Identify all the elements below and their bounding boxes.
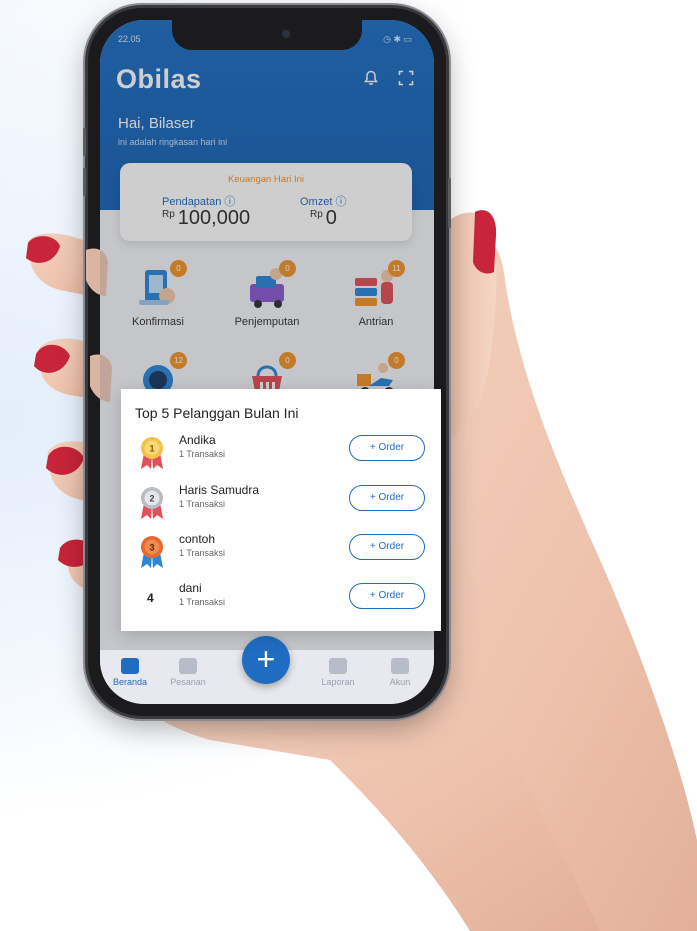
customer-name: Haris Samudra bbox=[179, 483, 260, 497]
rank-number: 4 bbox=[147, 591, 154, 605]
notch bbox=[172, 20, 362, 50]
list-item: 3 contoh 1 Transaksi + Order bbox=[121, 530, 441, 576]
nav-label: Beranda bbox=[112, 677, 148, 687]
nav-item-pesanan[interactable]: Pesanan bbox=[158, 658, 218, 687]
top-customers-panel: Top 5 Pelanggan Bulan Ini 1 Andika 1 Tra… bbox=[121, 389, 441, 631]
nav-item-beranda[interactable]: Beranda bbox=[100, 658, 160, 687]
rank-number: 3 bbox=[149, 543, 154, 553]
order-button[interactable]: + Order bbox=[349, 534, 425, 560]
volume-up-button bbox=[83, 128, 86, 156]
customer-name: Andika bbox=[179, 433, 216, 447]
bottom-navigation: Beranda Pesanan + Laporan Akun bbox=[100, 636, 434, 704]
customer-transactions: 1 Transaksi bbox=[179, 449, 226, 459]
order-button[interactable]: + Order bbox=[349, 583, 425, 609]
panel-title: Top 5 Pelanggan Bulan Ini bbox=[135, 405, 299, 421]
power-button bbox=[448, 178, 451, 228]
bronze-medal-icon: 3 bbox=[141, 536, 163, 568]
nav-item-akun[interactable]: Akun bbox=[370, 658, 430, 687]
order-button[interactable]: + Order bbox=[349, 485, 425, 511]
list-item: 4 dani 1 Transaksi + Order bbox=[121, 579, 441, 625]
nav-label: Laporan bbox=[321, 677, 355, 687]
silver-medal-icon: 2 bbox=[141, 487, 163, 519]
volume-down-button bbox=[83, 168, 86, 196]
rank-number: 2 bbox=[149, 494, 154, 504]
customer-transactions: 1 Transaksi bbox=[179, 548, 226, 558]
gold-medal-icon: 1 bbox=[141, 437, 163, 469]
customer-transactions: 1 Transaksi bbox=[179, 597, 226, 607]
customer-name: dani bbox=[179, 581, 202, 595]
orders-icon bbox=[179, 658, 197, 674]
home-icon bbox=[121, 658, 139, 674]
add-order-fab[interactable]: + bbox=[242, 636, 290, 684]
camera-icon bbox=[282, 30, 290, 38]
order-button[interactable]: + Order bbox=[349, 435, 425, 461]
list-item: 2 Haris Samudra 1 Transaksi + Order bbox=[121, 481, 441, 527]
account-icon bbox=[391, 658, 409, 674]
nav-label: Pesanan bbox=[170, 677, 206, 687]
nav-label: Akun bbox=[389, 677, 411, 687]
nav-item-laporan[interactable]: Laporan bbox=[308, 658, 368, 687]
report-icon bbox=[329, 658, 347, 674]
list-item: 1 Andika 1 Transaksi + Order bbox=[121, 431, 441, 477]
rank-number: 1 bbox=[149, 444, 154, 454]
customer-transactions: 1 Transaksi bbox=[179, 499, 226, 509]
customer-name: contoh bbox=[179, 532, 216, 546]
